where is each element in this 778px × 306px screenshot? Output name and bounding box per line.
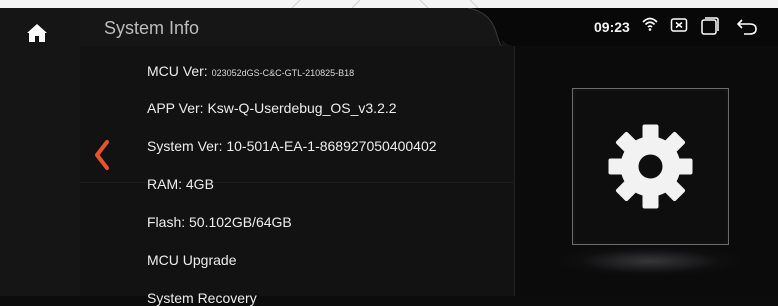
- system-version-row: System Ver: 10-501A-EA-1-868927050400402: [147, 138, 437, 154]
- flash-row: Flash: 50.102GB/64GB: [147, 214, 292, 230]
- recent-apps-icon: [701, 17, 719, 35]
- close-box-icon: [670, 18, 688, 32]
- chevron-left-icon: [95, 140, 109, 170]
- home-column: [0, 8, 80, 296]
- header-bar: System Info 09:23: [80, 8, 778, 46]
- home-icon: [27, 24, 47, 42]
- recent-apps-button[interactable]: [700, 16, 720, 36]
- wifi-icon: [642, 16, 658, 32]
- ram-row: RAM: 4GB: [147, 176, 214, 192]
- close-box-button[interactable]: [670, 16, 688, 34]
- clock-time: 09:23: [594, 19, 630, 35]
- settings-gear-tile: [572, 88, 729, 245]
- mcu-version-row: MCU Ver: 023052dGS-C&C-GTL-210825-B18: [147, 63, 354, 79]
- status-bar: 09:23: [468, 8, 778, 46]
- info-panel: [80, 46, 514, 296]
- back-button[interactable]: [736, 16, 758, 36]
- mcu-version-value: 023052dGS-C&C-GTL-210825-B18: [211, 68, 355, 78]
- app-version-row: APP Ver: Ksw-Q-Userdebug_OS_v3.2.2: [147, 100, 397, 116]
- page-title: System Info: [104, 18, 200, 38]
- screen-bezel: [0, 0, 778, 8]
- system-recovery-item[interactable]: System Recovery: [147, 290, 257, 306]
- gear-icon: [608, 124, 693, 209]
- home-button[interactable]: [22, 18, 52, 48]
- mcu-upgrade-item[interactable]: MCU Upgrade: [147, 252, 236, 268]
- mcu-version-label: MCU Ver:: [147, 63, 212, 79]
- back-return-icon: [737, 19, 757, 35]
- nav-back-button[interactable]: [90, 138, 114, 172]
- gear-reflection: [560, 246, 740, 276]
